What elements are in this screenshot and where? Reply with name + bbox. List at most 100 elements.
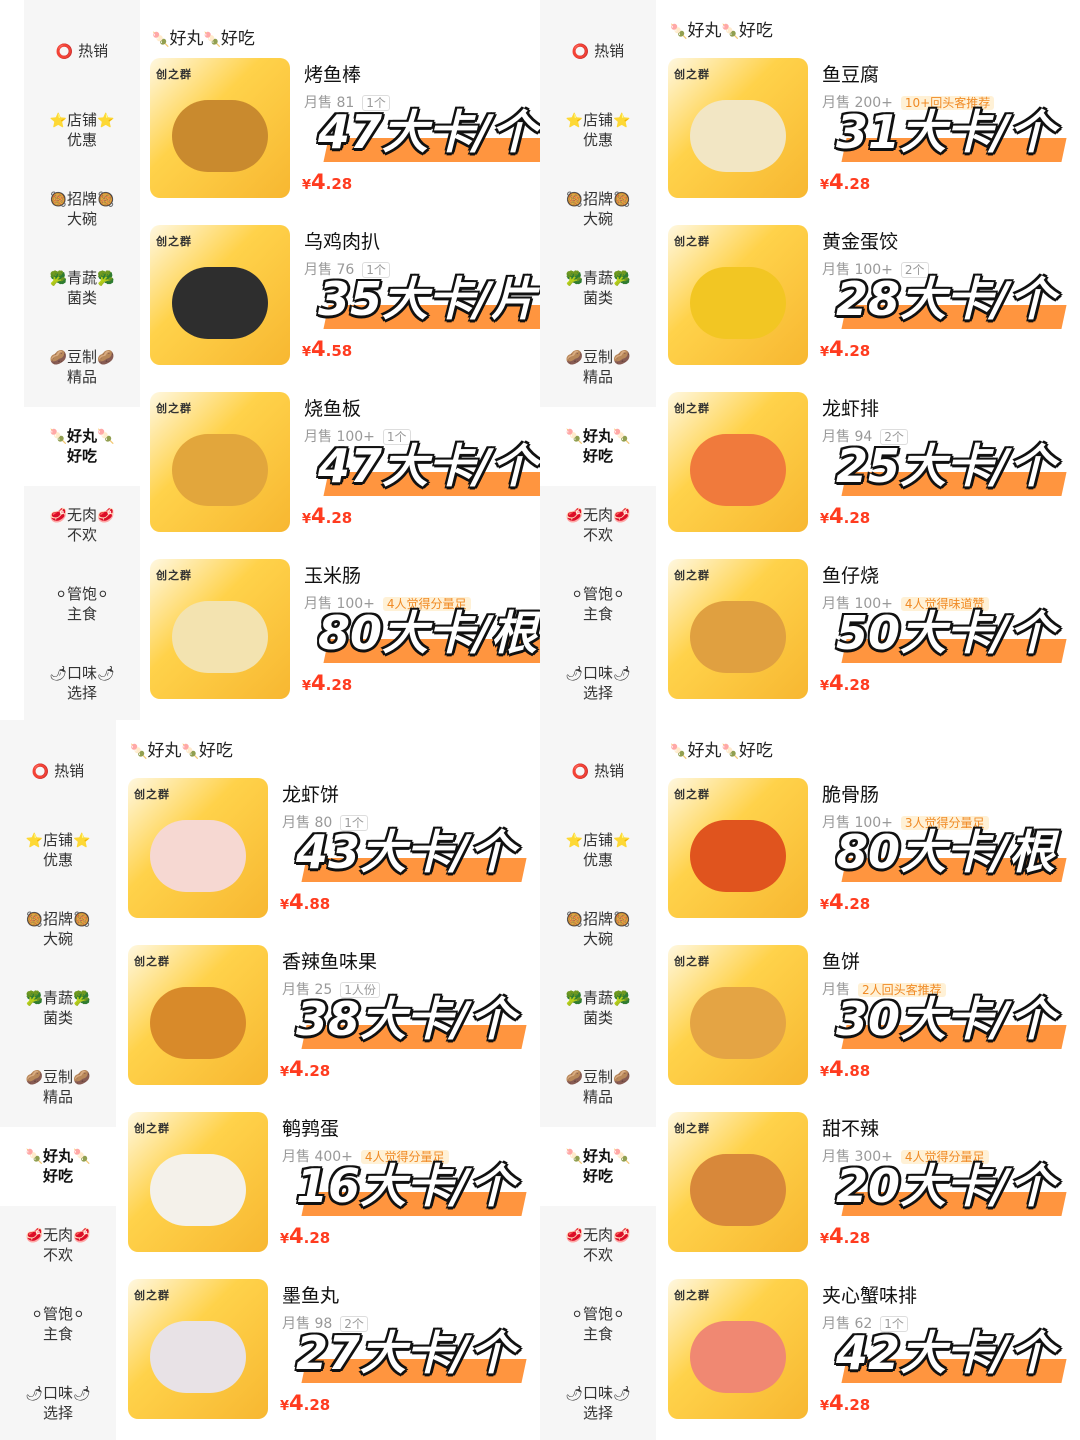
sidebar-item[interactable]: 🌶口味🌶 选择: [24, 644, 140, 720]
product-image[interactable]: 创之群: [150, 559, 290, 699]
sidebar-item-text: 好丸: [42, 1147, 73, 1165]
product-item[interactable]: 创之群 甜不辣 月售 300+ 4人觉得分量足 20大卡/个 ¥4.28: [668, 1112, 1074, 1277]
price-integer: 4: [289, 890, 304, 914]
sidebar-item[interactable]: 🥩无肉🥩 不欢: [540, 1206, 656, 1285]
sidebar-item[interactable]: 🍡好丸🍡 好吃: [0, 1127, 116, 1206]
sidebar-item[interactable]: ⭐店铺⭐ 优惠: [24, 91, 140, 170]
sidebar-item[interactable]: 🥩无肉🥩 不欢: [0, 1206, 116, 1285]
sidebar-item[interactable]: 🍡好丸🍡 好吃: [540, 407, 656, 486]
product-image[interactable]: 创之群: [668, 778, 808, 918]
product-item[interactable]: 创之群 鱼饼 月售 2人回头客推荐 30大卡/个 ¥4.88: [668, 945, 1074, 1110]
product-image[interactable]: 创之群: [668, 1279, 808, 1419]
product-item[interactable]: 创之群 香辣鱼味果 月售 25 1人份 38大卡/个 ¥4.28: [128, 945, 534, 1110]
sidebar-item[interactable]: 🥔豆制🥔 精品: [540, 328, 656, 407]
sidebar-item[interactable]: ⭐店铺⭐ 优惠: [540, 811, 656, 890]
price: ¥4.28: [302, 170, 352, 194]
sidebar-item[interactable]: 🥦青蔬🥦 菌类: [0, 969, 116, 1048]
sidebar-item[interactable]: 🥔豆制🥔 精品: [24, 328, 140, 407]
brand-logo: 创之群: [156, 402, 192, 415]
sidebar-item[interactable]: 🥔豆制🥔 精品: [0, 1048, 116, 1127]
sidebar-item[interactable]: 🌶口味🌶 选择: [540, 1364, 656, 1440]
sidebar-item-cut[interactable]: 猜你喜欢: [24, 0, 140, 12]
sidebar-item-text: 口味: [42, 1384, 73, 1402]
product-image[interactable]: 创之群: [668, 945, 808, 1085]
sidebar-item[interactable]: 🍡好丸🍡 好吃: [24, 407, 140, 486]
sidebar-item[interactable]: 🥔豆制🥔 精品: [540, 1048, 656, 1127]
sidebar-item-text: 无肉: [582, 1226, 613, 1244]
sidebar-item[interactable]: 🥘招牌🥘 大碗: [540, 890, 656, 969]
sidebar-item-text: 无肉: [582, 506, 613, 524]
product-image[interactable]: 创之群: [128, 778, 268, 918]
product-image[interactable]: 创之群: [668, 392, 808, 532]
sidebar-item[interactable]: 🥘招牌🥘 大碗: [0, 890, 116, 969]
category-icon: 🥩: [97, 508, 115, 524]
sidebar-item[interactable]: ⭐店铺⭐ 优惠: [0, 811, 116, 890]
price-integer: 4: [311, 337, 326, 361]
product-item[interactable]: 创之群 龙虾饼 月售 80 1个 43大卡/个 ¥4.88: [128, 778, 534, 943]
sidebar-item[interactable]: ⭕ 热销: [0, 732, 116, 811]
sidebar-item[interactable]: ⭕ 热销: [540, 12, 656, 91]
sidebar-item-label: ⭐店铺⭐: [566, 831, 631, 851]
brand-logo: 创之群: [134, 1122, 170, 1135]
product-item[interactable]: 创之群 乌鸡肉扒 月售 76 1个 35大卡/片 ¥4.58: [150, 225, 540, 390]
product-image[interactable]: 创之群: [668, 559, 808, 699]
sidebar-item[interactable]: ⭕ 热销: [24, 12, 140, 91]
skewer-icon: 🍡: [721, 24, 739, 40]
calorie-overlay: 25大卡/个: [836, 439, 1055, 493]
sidebar-item[interactable]: 🥘招牌🥘 大碗: [540, 170, 656, 249]
price-decimal: .58: [325, 342, 353, 360]
sidebar-item[interactable]: ⭕ 热销: [540, 732, 656, 811]
calorie-overlay: 80大卡/根: [318, 606, 537, 660]
sidebar-item[interactable]: ⭐店铺⭐ 优惠: [540, 91, 656, 170]
sidebar-item[interactable]: 🌶口味🌶 选择: [540, 644, 656, 720]
sidebar-item[interactable]: 🥘招牌🥘 大碗: [24, 170, 140, 249]
product-image[interactable]: 创之群: [150, 392, 290, 532]
product-image[interactable]: 创之群: [128, 945, 268, 1085]
sidebar-item[interactable]: 🥦青蔬🥦 菌类: [540, 969, 656, 1048]
product-item[interactable]: 创之群 龙虾排 月售 94 2个 25大卡/个 ¥4.28: [668, 392, 1074, 557]
sidebar-item[interactable]: 🥩无肉🥩 不欢: [540, 486, 656, 565]
sidebar-item-text: 豆制: [582, 1068, 613, 1086]
food-picture: [690, 267, 786, 339]
product-image[interactable]: 创之群: [668, 1112, 808, 1252]
sidebar-item[interactable]: ⚪管饱⚪ 主食: [0, 1285, 116, 1364]
sidebar-item[interactable]: 🥦青蔬🥦 菌类: [540, 249, 656, 328]
sidebar-item-label: 精品: [582, 1088, 613, 1106]
sidebar-item[interactable]: 🌶口味🌶 选择: [0, 1364, 116, 1440]
product-item[interactable]: 创之群 墨鱼丸 月售 98 2个 27大卡/个 ¥4.28: [128, 1279, 534, 1440]
sidebar-item[interactable]: 🍡好丸🍡 好吃: [540, 1127, 656, 1206]
product-image[interactable]: 创之群: [668, 225, 808, 365]
sidebar-item[interactable]: ⚪管饱⚪ 主食: [540, 565, 656, 644]
product-image[interactable]: 创之群: [668, 58, 808, 198]
price-decimal: .28: [843, 895, 871, 913]
sidebar-item[interactable]: 🥦青蔬🥦 菌类: [24, 249, 140, 328]
category-icon: 🥔: [565, 1070, 583, 1086]
category-icon: ⭐: [565, 833, 583, 849]
product-item[interactable]: 创之群 烧鱼板 月售 100+ 1个 47大卡/个 ¥4.28: [150, 392, 540, 557]
category-icon: 🥦: [73, 991, 91, 1007]
brand-logo: 创之群: [674, 235, 710, 248]
sidebar-item[interactable]: ⚪管饱⚪ 主食: [24, 565, 140, 644]
product-item[interactable]: 创之群 烤鱼棒 月售 81 1个 47大卡/个 ¥4.28: [150, 58, 540, 223]
product-image[interactable]: 创之群: [150, 225, 290, 365]
product-item[interactable]: 创之群 鱼仔烧 月售 100+ 4人觉得味道赞 50大卡/个 ¥4.28: [668, 559, 1074, 720]
sidebar-item[interactable]: 🥩无肉🥩 不欢: [24, 486, 140, 565]
currency-symbol: ¥: [302, 512, 312, 527]
product-image[interactable]: 创之群: [150, 58, 290, 198]
product-item[interactable]: 创之群 鱼豆腐 月售 200+ 10+回头客推荐 31大卡/个 ¥4.28: [668, 58, 1074, 223]
product-item[interactable]: 创之群 鹌鹑蛋 月售 400+ 4人觉得分量足 16大卡/个 ¥4.28: [128, 1112, 534, 1277]
category-icon: 🥘: [25, 912, 43, 928]
sidebar-item[interactable]: ⚪管饱⚪ 主食: [540, 1285, 656, 1364]
sidebar-item-text: 店铺: [582, 111, 613, 129]
sidebar-item-text: 热销: [589, 41, 625, 60]
product-item[interactable]: 创之群 玉米肠 月售 100+ 4人觉得分量足 80大卡/根 ¥4.28: [150, 559, 540, 720]
category-icon: ⚪: [55, 587, 67, 603]
product-item[interactable]: 创之群 脆骨肠 月售 100+ 3人觉得分量足 80大卡/根 ¥4.28: [668, 778, 1074, 943]
food-picture: [690, 1154, 786, 1226]
category-icon: 🥩: [565, 1228, 583, 1244]
product-image[interactable]: 创之群: [128, 1279, 268, 1419]
product-item[interactable]: 创之群 黄金蛋饺 月售 100+ 2个 28大卡/个 ¥4.28: [668, 225, 1074, 390]
product-item[interactable]: 创之群 夹心蟹味排 月售 62 1个 42大卡/个 ¥4.28: [668, 1279, 1074, 1440]
price-integer: 4: [289, 1224, 304, 1248]
product-image[interactable]: 创之群: [128, 1112, 268, 1252]
